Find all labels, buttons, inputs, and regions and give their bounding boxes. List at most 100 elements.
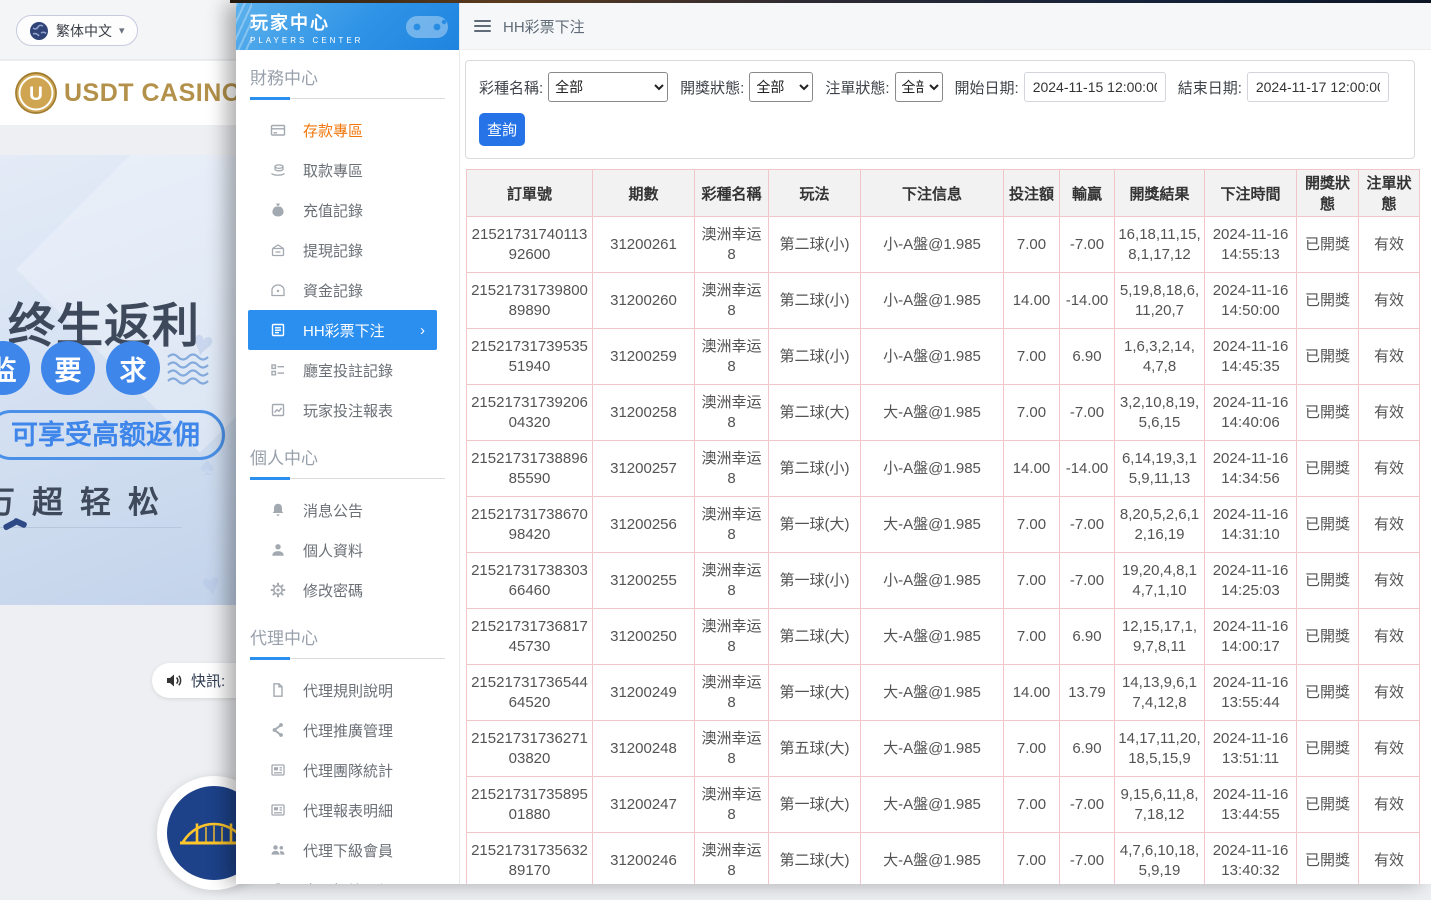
- filter-row: 彩種名稱: 全部 開獎狀態: 全部 注單狀態: 全部 開始日期: 結束日期:: [479, 72, 1401, 102]
- column-header: 開獎狀態: [1297, 170, 1359, 217]
- sidebar-item-agent-report-detail[interactable]: 代理報表明細: [236, 790, 459, 830]
- hamburger-menu-icon[interactable]: [474, 20, 491, 32]
- cell-win_loss: -14.00: [1060, 441, 1115, 497]
- cell-amount: 7.00: [1004, 777, 1060, 833]
- column-header: 輸贏: [1060, 170, 1115, 217]
- cell-order_no: 2152173173830366460: [467, 553, 593, 609]
- cell-order_status: 有效: [1359, 385, 1420, 441]
- table-row: 215217317395355194031200259澳洲幸运8第二球(小)小-…: [467, 329, 1420, 385]
- lottery-list-icon: [270, 322, 286, 338]
- newspaper-icon: [270, 762, 286, 778]
- sidebar-item-change-password[interactable]: 修改密碼: [236, 570, 459, 610]
- cell-win_loss: -7.00: [1060, 385, 1115, 441]
- cell-result: 12,15,17,1,9,7,8,11: [1115, 609, 1205, 665]
- cell-amount: 14.00: [1004, 665, 1060, 721]
- column-header: 訂單號: [467, 170, 593, 217]
- cell-draw_status: 已開獎: [1297, 665, 1359, 721]
- lottery-name-select[interactable]: 全部: [548, 72, 668, 102]
- sidebar-item-agent-downline-members[interactable]: 代理下級會員: [236, 830, 459, 870]
- start-date-input[interactable]: [1024, 72, 1166, 102]
- cell-order_no: 2152173173627103820: [467, 721, 593, 777]
- sidebar-item-label: 存款專區: [303, 120, 363, 141]
- content: 彩種名稱: 全部 開獎狀態: 全部 注單狀態: 全部 開始日期: 結束日期:: [460, 50, 1431, 884]
- sidebar-item-label: 提現記錄: [303, 240, 363, 261]
- cell-bet_info: 小-A盤@1.985: [861, 329, 1004, 385]
- bets-table: 訂單號期數彩種名稱玩法下注信息投注額輸贏開獎結果下注時間開獎狀態注單狀態 215…: [466, 169, 1420, 884]
- svg-text:U: U: [29, 84, 43, 105]
- language-label: 繁体中文: [56, 21, 112, 41]
- cell-bet_time: 2024-11-16 13:40:32: [1205, 833, 1297, 885]
- end-date-input[interactable]: [1247, 72, 1389, 102]
- cell-bet_info: 小-A盤@1.985: [861, 217, 1004, 273]
- cell-amount: 7.00: [1004, 609, 1060, 665]
- cell-draw_status: 已開獎: [1297, 441, 1359, 497]
- sidebar-item-hh-lottery-bets[interactable]: HH彩票下注 ›: [248, 310, 437, 350]
- cell-order_status: 有效: [1359, 329, 1420, 385]
- cell-draw_status: 已開獎: [1297, 721, 1359, 777]
- cell-period: 31200255: [593, 553, 695, 609]
- cell-amount: 7.00: [1004, 329, 1060, 385]
- speaker-icon: [166, 673, 183, 688]
- sidebar-item-withdraw[interactable]: 取款專區: [236, 150, 459, 190]
- banner-badges: 监 要 求: [0, 341, 160, 395]
- sidebar-item-profile[interactable]: 個人資料: [236, 530, 459, 570]
- sidebar-item-member-bet-detail[interactable]: 會員投註明細: [236, 870, 459, 884]
- order-status-select[interactable]: 全部: [895, 72, 943, 102]
- search-button[interactable]: 查詢: [479, 113, 525, 146]
- cell-period: 31200249: [593, 665, 695, 721]
- heart-suit-icon: ♥: [199, 566, 223, 605]
- layout-list-icon: [270, 362, 286, 378]
- sidebar-item-deposit[interactable]: 存款專區: [236, 110, 459, 150]
- sidebar-item-label: 代理推廣管理: [303, 720, 393, 741]
- sidebar-item-label: 代理團隊統計: [303, 760, 393, 781]
- cell-period: 31200248: [593, 721, 695, 777]
- cell-win_loss: -7.00: [1060, 777, 1115, 833]
- cell-bet_time: 2024-11-16 13:55:44: [1205, 665, 1297, 721]
- wallet-out-icon: [270, 242, 286, 258]
- draw-status-label: 開獎狀態:: [680, 77, 744, 98]
- cell-bet_info: 大-A盤@1.985: [861, 497, 1004, 553]
- cell-draw_status: 已開獎: [1297, 609, 1359, 665]
- cell-lottery: 澳洲幸运8: [695, 553, 769, 609]
- cell-win_loss: 6.90: [1060, 721, 1115, 777]
- sidebar-item-withdrawal-records[interactable]: 提現記錄: [236, 230, 459, 270]
- table-row: 215217317386709842031200256澳洲幸运8第一球(大)大-…: [467, 497, 1420, 553]
- cell-order_status: 有效: [1359, 665, 1420, 721]
- cell-period: 31200246: [593, 833, 695, 885]
- cell-period: 31200257: [593, 441, 695, 497]
- table-row: 215217317356328917031200246澳洲幸运8第二球(大)大-…: [467, 833, 1420, 885]
- sidebar-item-label: 代理規則說明: [303, 680, 393, 701]
- people-icon: [270, 842, 286, 858]
- brand-strip: U USDT CASINO: [0, 61, 236, 125]
- promo-banner: ♥ ♠ ♥ 终生返利 监 要 求 可享受高额返佣 万超轻松: [0, 155, 236, 605]
- cell-lottery: 澳洲幸运8: [695, 217, 769, 273]
- sidebar-item-funds-records[interactable]: 資金記錄: [236, 270, 459, 310]
- sidebar-item-recharge-records[interactable]: 充值記錄: [236, 190, 459, 230]
- chevron-down-icon: ▾: [119, 24, 125, 37]
- language-selector[interactable]: 繁体中文 ▾: [16, 15, 138, 46]
- cell-result: 6,14,19,3,15,9,11,13: [1115, 441, 1205, 497]
- sidebar-item-announcements[interactable]: 消息公告: [236, 490, 459, 530]
- topbar: HH彩票下注: [460, 3, 1431, 50]
- sidebar-item-agent-team-stats[interactable]: 代理團隊統計: [236, 750, 459, 790]
- cell-bet_time: 2024-11-16 14:34:56: [1205, 441, 1297, 497]
- end-date-label: 結束日期:: [1178, 77, 1242, 98]
- draw-status-select[interactable]: 全部: [749, 72, 813, 102]
- column-header: 期數: [593, 170, 695, 217]
- sidebar-item-hall-bet-records[interactable]: 廳室投註記錄: [236, 350, 459, 390]
- page-title: HH彩票下注: [503, 16, 585, 37]
- sidebar-item-player-bet-report[interactable]: 玩家投注報表: [236, 390, 459, 430]
- cell-period: 31200247: [593, 777, 695, 833]
- moneybag-icon: [270, 202, 286, 218]
- cell-play: 第五球(大): [769, 721, 861, 777]
- person-icon: [270, 542, 286, 558]
- cell-lottery: 澳洲幸运8: [695, 609, 769, 665]
- sidebar: 玩家中心 PLAYERS CENTER 財務中心 存款專區: [236, 3, 460, 884]
- table-row: 215217317362710382031200248澳洲幸运8第五球(大)大-…: [467, 721, 1420, 777]
- cell-draw_status: 已開獎: [1297, 273, 1359, 329]
- cell-result: 5,19,8,18,6,11,20,7: [1115, 273, 1205, 329]
- cell-bet_info: 大-A盤@1.985: [861, 665, 1004, 721]
- sidebar-item-agent-promotion[interactable]: 代理推廣管理: [236, 710, 459, 750]
- cell-amount: 7.00: [1004, 497, 1060, 553]
- sidebar-item-agent-rules[interactable]: 代理規則說明: [236, 670, 459, 710]
